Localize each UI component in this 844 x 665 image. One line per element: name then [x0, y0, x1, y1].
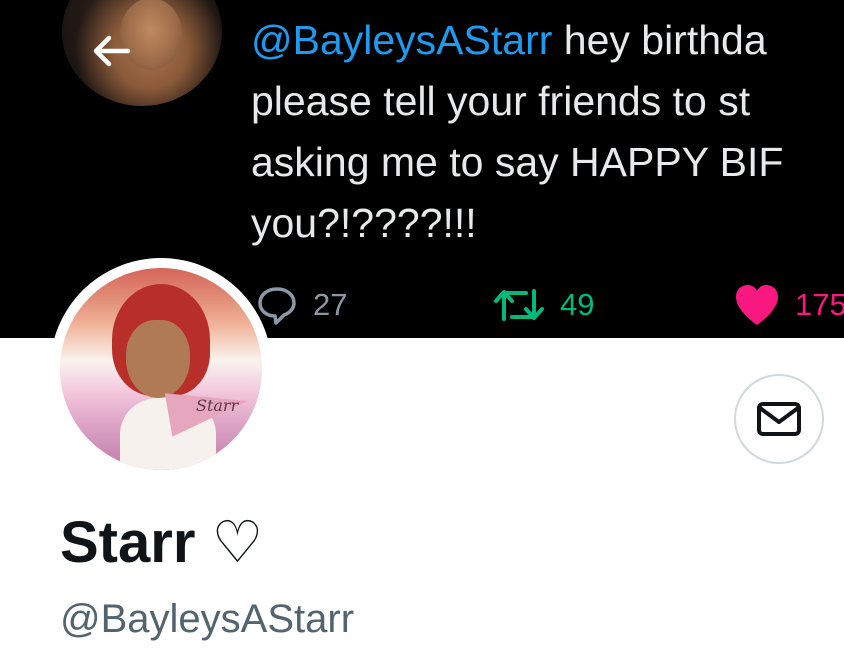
retweet-count: 49	[560, 287, 595, 322]
like-count: 175	[795, 287, 844, 322]
tweet-line-1: hey birthda	[552, 17, 767, 63]
message-button[interactable]	[734, 374, 824, 464]
avatar-face	[126, 320, 190, 398]
arrow-left-icon	[93, 35, 131, 67]
display-name-text: Starr	[60, 510, 196, 575]
banner-tweet-text: @BayleysAStarr hey birthda please tell y…	[251, 10, 844, 254]
display-name: Starr ♡	[60, 508, 264, 576]
reply-action: 27	[255, 280, 347, 330]
tweet-actions: 27 49 175	[255, 280, 844, 330]
heart-filled-icon	[736, 285, 778, 325]
profile-avatar[interactable]: Starr	[50, 258, 272, 480]
retweet-icon	[494, 289, 544, 321]
banner-tweet-avatar	[62, 0, 222, 106]
like-action: 175	[733, 280, 844, 330]
tweet-line-3: asking me to say HAPPY BIF	[251, 139, 784, 185]
retweet-action: 49	[492, 280, 594, 330]
avatar-tag-text: Starr	[196, 396, 239, 415]
reply-count: 27	[313, 287, 348, 322]
tweet-mention: @BayleysAStarr	[251, 17, 553, 63]
tweet-line-2: please tell your friends to st	[251, 78, 751, 124]
back-button[interactable]	[88, 28, 134, 74]
user-handle: @BayleysAStarr	[60, 597, 355, 641]
reply-icon	[258, 287, 296, 325]
envelope-icon	[757, 402, 801, 436]
heart-outline-icon: ♡	[211, 510, 264, 575]
avatar-illustration: Starr	[60, 268, 262, 470]
tweet-line-4: you?!????!!!	[251, 200, 477, 246]
